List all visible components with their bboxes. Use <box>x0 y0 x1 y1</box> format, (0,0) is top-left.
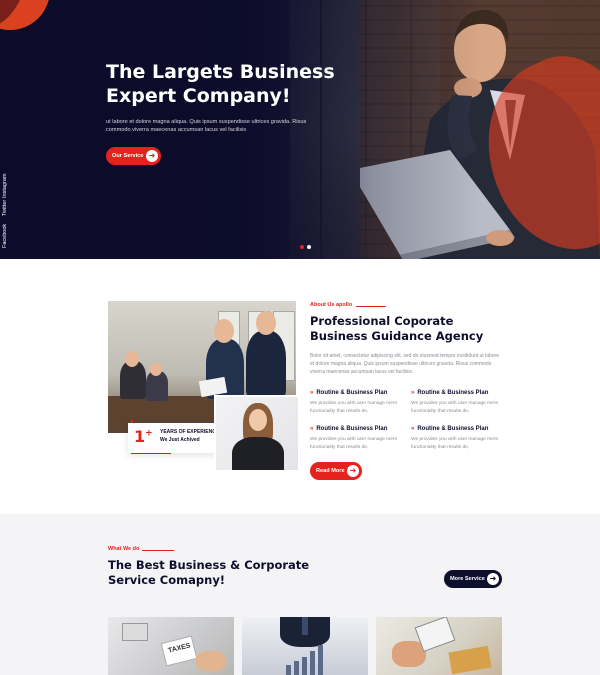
services-section-label: What We do <box>108 546 140 552</box>
our-service-button-label: Our Service <box>112 153 144 159</box>
services-title: The Best Business & Corporate Service Co… <box>108 558 310 587</box>
about-woman-image <box>214 395 300 472</box>
about-title: Professional Coporate Business Guidance … <box>310 314 484 343</box>
feature-text: We provides you with user manage ment fu… <box>310 437 397 450</box>
social-link-twitter[interactable]: Twitter <box>2 200 8 216</box>
double-chevron-icon: » <box>310 390 314 396</box>
arrow-right-icon: ➜ <box>146 150 158 162</box>
experience-card: 1+ YEARS OF EXPERIENCE We Just Achived <box>128 423 220 453</box>
feature-text: We provides you with user manage ment fu… <box>411 401 498 414</box>
more-service-button[interactable]: More Service ➜ <box>444 570 502 588</box>
double-chevron-icon: » <box>411 390 415 396</box>
feature-item: » Routine & Business Plan We provides you… <box>310 426 405 452</box>
double-chevron-icon: » <box>411 426 415 432</box>
feature-text: We provides you with user manage ment fu… <box>310 401 397 414</box>
feature-item: » Routine & Business Plan We provides you… <box>411 426 506 452</box>
slider-dot-1[interactable] <box>300 245 304 249</box>
hero-banner: The Largets Business Expert Company! ut … <box>0 0 600 259</box>
feature-item: » Routine & Business Plan We provides you… <box>411 390 506 416</box>
social-link-facebook[interactable]: Facebook <box>2 224 8 248</box>
read-more-button-label: Read More <box>316 468 345 474</box>
hero-title: The Largets Business Expert Company! <box>106 61 335 107</box>
social-links: Instagram Twitter Facebook <box>0 168 12 248</box>
about-description: Bolor sit amet, consectetur adipiscing e… <box>310 353 499 375</box>
service-card-image-growth[interactable] <box>242 617 368 675</box>
feature-text: We provides you with user manage ment fu… <box>411 437 498 450</box>
about-section-label: About Us apollo <box>310 302 353 308</box>
slider-dot-2[interactable] <box>307 245 311 249</box>
feature-title: Routine & Business Plan <box>417 390 489 396</box>
experience-label: YEARS OF EXPERIENCE <box>160 429 220 435</box>
about-label-underline <box>356 306 386 307</box>
feature-title: Routine & Business Plan <box>316 426 388 432</box>
service-card-image-accounting[interactable] <box>376 617 502 675</box>
arrow-right-icon: ➜ <box>487 573 499 585</box>
more-service-button-label: More Service <box>450 576 485 582</box>
service-card-image-taxes[interactable]: TAXES <box>108 617 234 675</box>
feature-title: Routine & Business Plan <box>316 390 388 396</box>
feature-title: Routine & Business Plan <box>417 426 489 432</box>
experience-sublabel: We Just Achived <box>160 437 200 443</box>
double-chevron-icon: » <box>310 426 314 432</box>
social-link-instagram[interactable]: Instagram <box>2 174 8 198</box>
arrow-right-icon: ➜ <box>347 465 359 477</box>
services-label-underline <box>142 550 174 551</box>
hero-description: ut labore et dolore magna aliqua. Quis i… <box>106 119 307 133</box>
read-more-button[interactable]: Read More ➜ <box>310 462 362 480</box>
feature-item: » Routine & Business Plan We provides you… <box>310 390 405 416</box>
our-service-button[interactable]: Our Service ➜ <box>106 147 161 165</box>
experience-number: 1+ <box>134 427 153 446</box>
slider-dots <box>300 245 311 249</box>
